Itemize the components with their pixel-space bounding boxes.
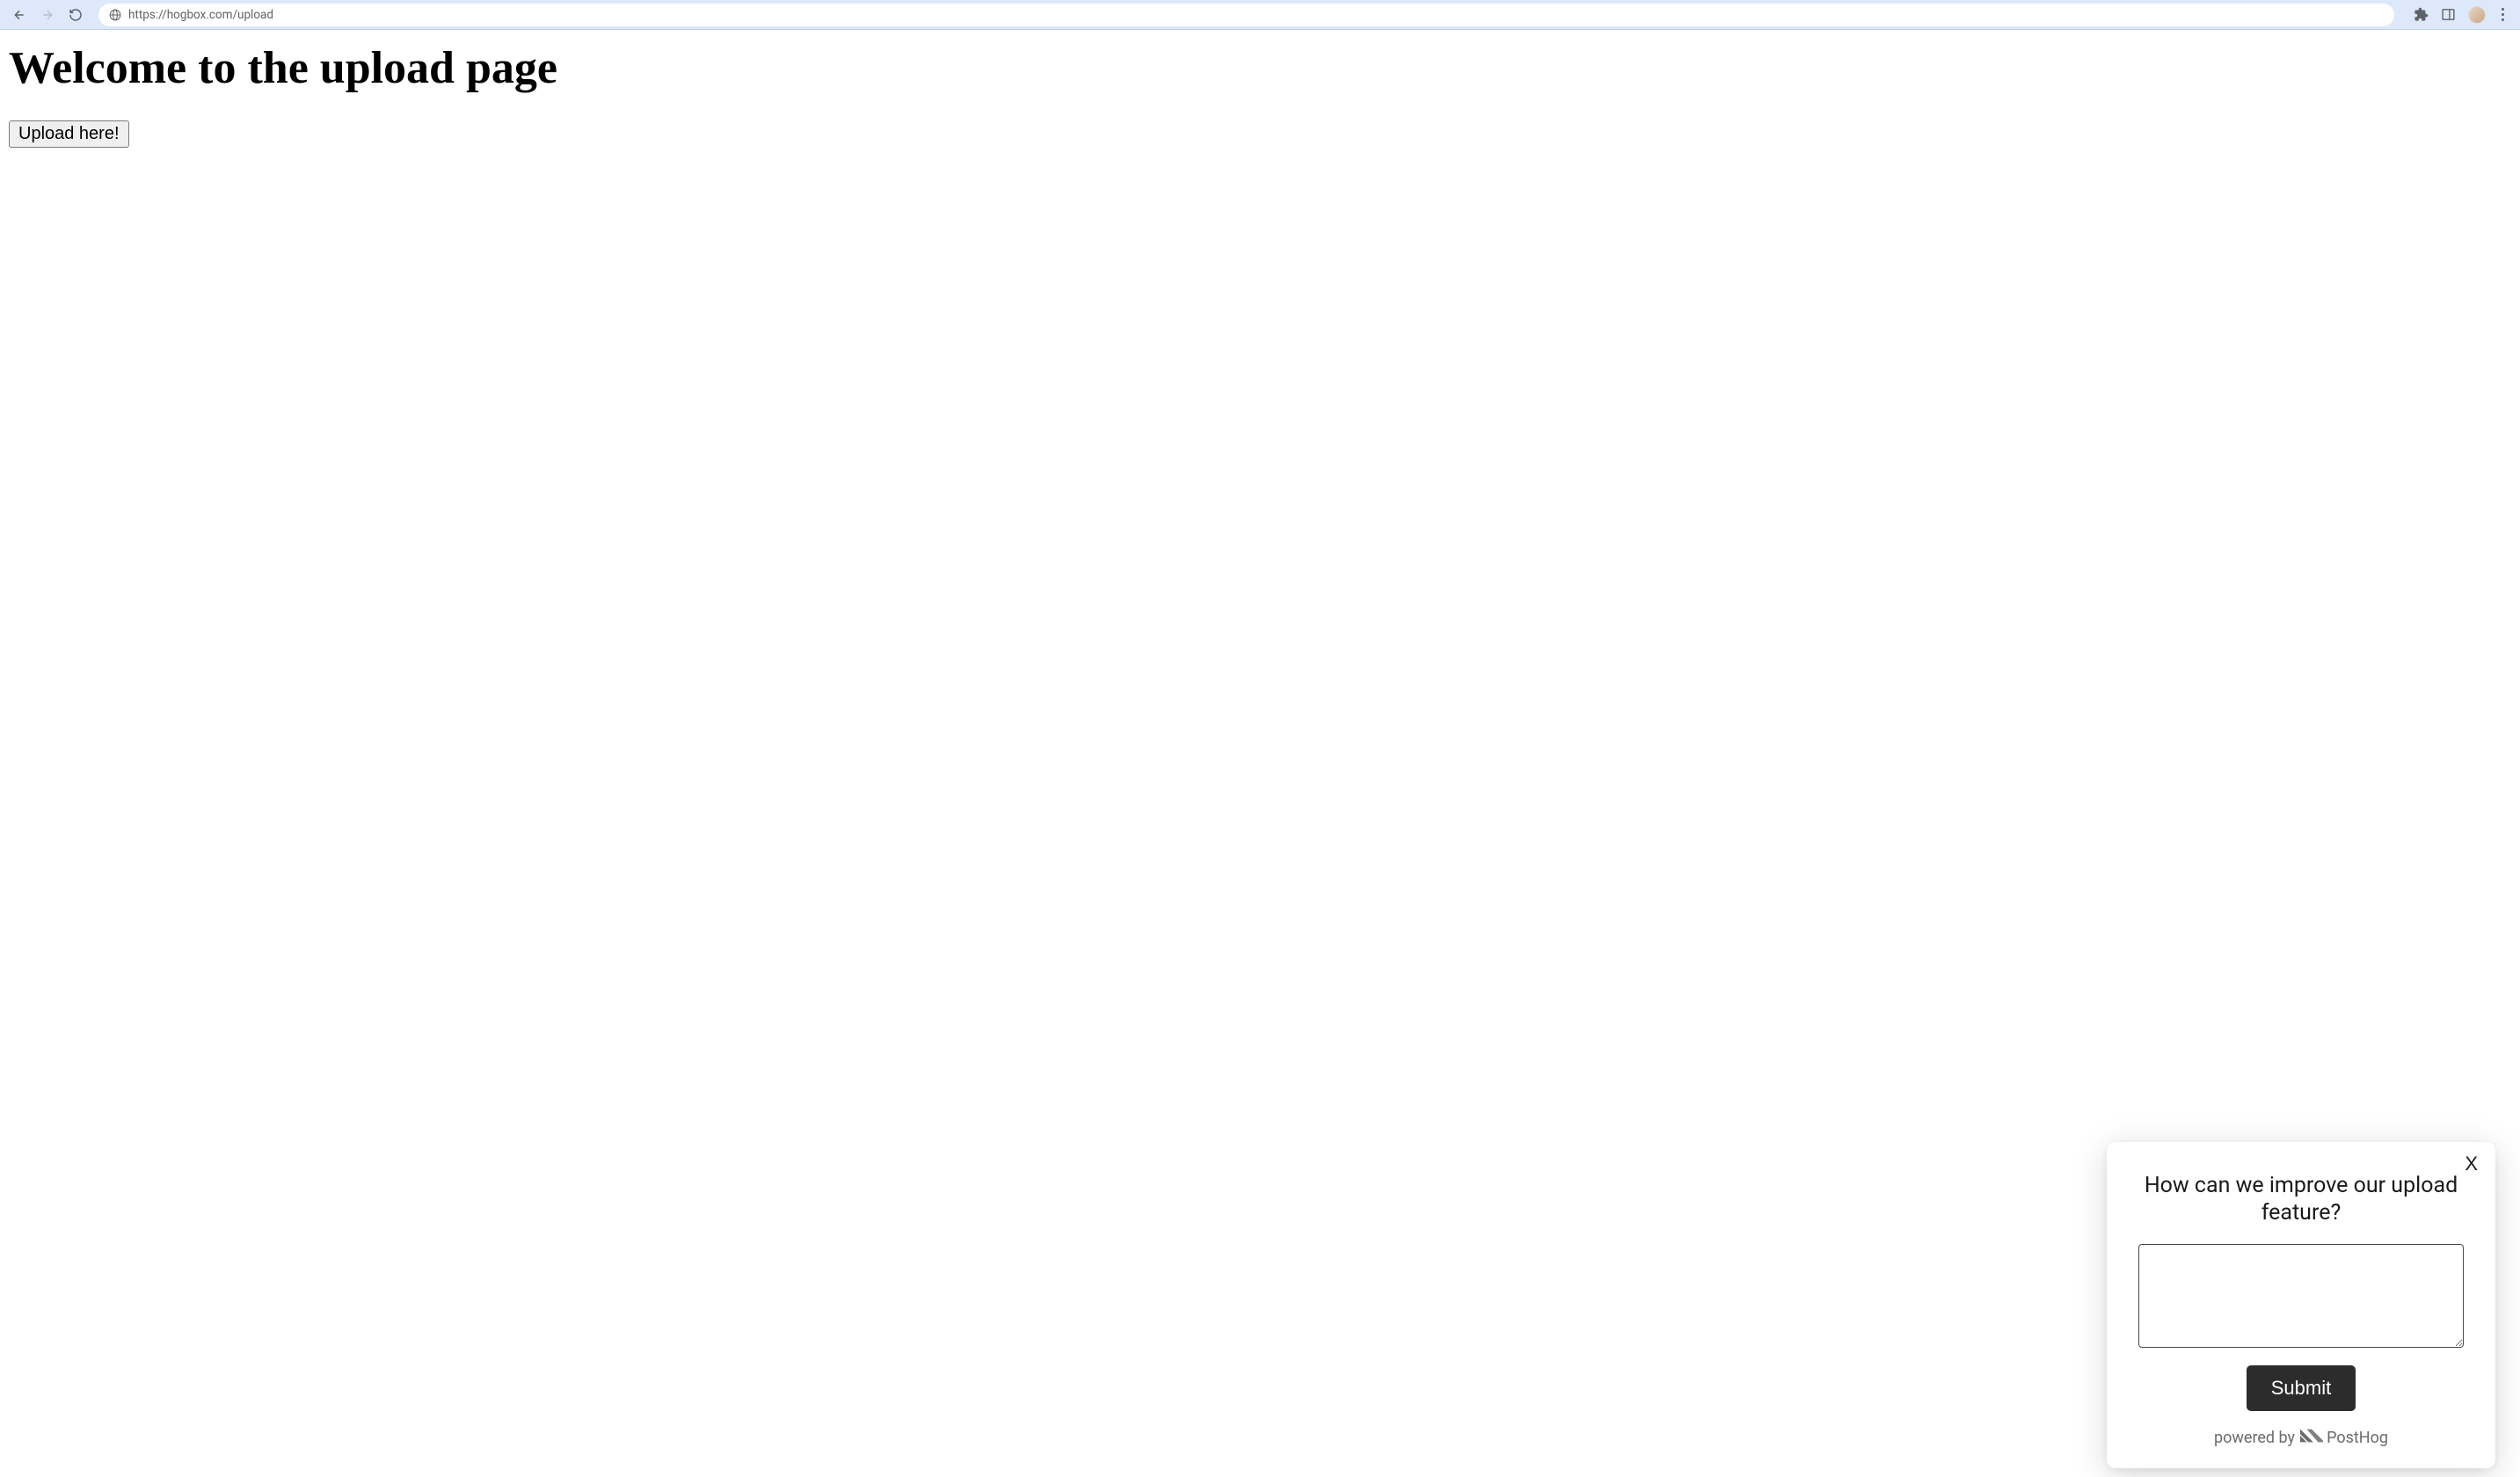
page-title: Welcome to the upload page xyxy=(9,42,2511,94)
upload-button[interactable]: Upload here! xyxy=(9,120,129,148)
back-button[interactable] xyxy=(9,4,30,25)
url-text: https://hogbox.com/upload xyxy=(128,8,273,22)
browser-chrome: https://hogbox.com/upload xyxy=(0,0,2520,30)
survey-question: How can we improve our upload feature? xyxy=(2138,1172,2464,1227)
reload-button[interactable] xyxy=(65,4,86,25)
posthog-brand-name: PostHog xyxy=(2327,1429,2388,1447)
powered-by-text: powered by xyxy=(2214,1429,2295,1447)
profile-avatar[interactable] xyxy=(2468,6,2486,24)
forward-button[interactable] xyxy=(37,4,58,25)
survey-popup: X How can we improve our upload feature?… xyxy=(2107,1142,2495,1469)
page-content: Welcome to the upload page Upload here! xyxy=(0,30,2520,160)
survey-close-button[interactable]: X xyxy=(2465,1154,2478,1174)
survey-submit-button[interactable]: Submit xyxy=(2247,1365,2356,1411)
menu-icon[interactable] xyxy=(2498,4,2508,25)
address-bar[interactable]: https://hogbox.com/upload xyxy=(98,4,2394,26)
survey-textarea[interactable] xyxy=(2138,1244,2464,1348)
survey-footer: powered by PostHog xyxy=(2214,1429,2388,1447)
chrome-right-controls xyxy=(2414,4,2508,25)
extensions-icon[interactable] xyxy=(2414,7,2429,22)
posthog-logo: PostHog xyxy=(2300,1429,2388,1447)
posthog-mark-icon xyxy=(2300,1429,2323,1447)
globe-icon xyxy=(109,9,121,21)
panel-icon[interactable] xyxy=(2441,7,2456,22)
